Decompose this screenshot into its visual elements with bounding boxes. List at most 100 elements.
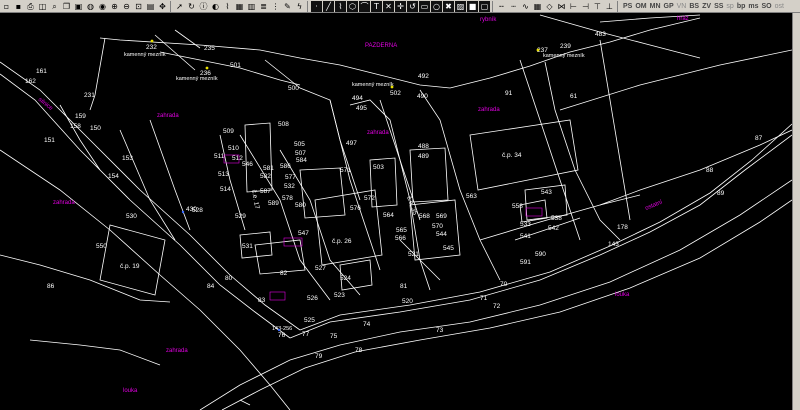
hatch-icon[interactable]: ▨ xyxy=(455,0,466,12)
curve-icon[interactable]: ∿ xyxy=(520,1,531,12)
layer-toggle-ms[interactable]: ms xyxy=(748,3,758,10)
area-label: zahrada xyxy=(157,113,179,119)
parcel-number: 563 xyxy=(466,193,477,200)
zoom-all-icon[interactable]: ▤ xyxy=(145,1,156,12)
paste-icon[interactable]: ▣ xyxy=(73,1,84,12)
layer-toggle-mn[interactable]: MN xyxy=(650,3,661,10)
new-file-icon[interactable]: ▫ xyxy=(1,1,12,12)
rectangle-icon[interactable]: ▭ xyxy=(419,0,430,12)
parcel-number: 78 xyxy=(355,347,363,354)
cadastral-map[interactable]: 232 235 236 237 239 161 162 231 150 151 … xyxy=(0,13,792,410)
pan-icon[interactable]: ✥ xyxy=(157,1,168,12)
draw-text-icon[interactable]: T xyxy=(371,0,382,12)
layers-icon[interactable]: ≣ xyxy=(258,1,269,12)
parcel-number: 161 xyxy=(36,68,47,75)
parcel-number: 558 xyxy=(512,203,523,210)
layer-toggle-ost[interactable]: ost xyxy=(775,3,784,10)
rotate-icon[interactable]: ↺ xyxy=(407,0,418,12)
area-label: PAZDERNA xyxy=(365,43,397,49)
draw-line-icon[interactable]: ╱ xyxy=(323,0,334,12)
offset-icon[interactable]: ⊥ xyxy=(604,1,615,12)
parcel-number: 70 xyxy=(500,281,508,288)
street-label-box xyxy=(525,207,543,217)
extend-icon[interactable]: ⊤ xyxy=(592,1,603,12)
draw-arc-icon[interactable]: ⌒ xyxy=(359,0,370,12)
layer-toggle-vn[interactable]: VN xyxy=(677,3,687,10)
parcel-number: 581 xyxy=(263,165,274,172)
parcel-number: 86 xyxy=(47,283,55,290)
parcel-number: 502 xyxy=(390,90,401,97)
layer-toggle-ps[interactable]: PS xyxy=(623,3,632,10)
parcel-number: 489 xyxy=(418,153,429,160)
parcel-number: 81 xyxy=(400,283,408,290)
parcel-number: 527 xyxy=(315,265,326,272)
web-icon[interactable]: ◉ xyxy=(97,1,108,12)
layer-toggle-sp[interactable]: sp xyxy=(726,3,733,10)
monitor-icon[interactable]: ▢ xyxy=(479,0,490,12)
parcel-number: 550 xyxy=(96,243,107,250)
building-label: č.p. 34 xyxy=(502,152,522,159)
properties-icon[interactable]: ▥ xyxy=(246,1,257,12)
parcel-number: 521 xyxy=(408,251,419,258)
line-style-icon[interactable]: ╌ xyxy=(496,1,507,12)
layer-toggle-gp[interactable]: GP xyxy=(664,3,674,10)
join-icon[interactable]: ⋈ xyxy=(556,1,567,12)
building-label: č.e. 17 xyxy=(250,189,260,210)
layer-toggle-zv[interactable]: ZV xyxy=(702,3,711,10)
parcel-number: 492 xyxy=(418,73,429,80)
parcel-number: 77 xyxy=(302,331,310,338)
print-icon[interactable]: ⎙ xyxy=(25,1,36,12)
pointer-icon[interactable]: ➚ xyxy=(174,1,185,12)
zoom-window-icon[interactable]: ⊡ xyxy=(133,1,144,12)
find-icon[interactable]: ⌕ xyxy=(49,1,60,12)
delete-icon[interactable]: ✖ xyxy=(443,0,454,12)
map-canvas[interactable]: 232 235 236 237 239 161 162 231 150 151 … xyxy=(0,13,792,410)
edit-icon[interactable]: ✎ xyxy=(282,1,293,12)
parcel-number: 495 xyxy=(356,105,367,112)
parcel-number: 572 xyxy=(364,195,375,202)
parcel-number: 547 xyxy=(298,230,309,237)
parcel-number: 577 xyxy=(285,174,296,181)
redraw-icon[interactable]: ↻ xyxy=(186,1,197,12)
measure-icon[interactable]: ⌇ xyxy=(222,1,233,12)
color-icon[interactable]: ■ xyxy=(467,0,478,12)
trim-icon[interactable]: ⊣ xyxy=(580,1,591,12)
layer-toggle-ss[interactable]: SS xyxy=(714,3,723,10)
layer-toggle-so[interactable]: SO xyxy=(762,3,772,10)
building-label: č.p. 26 xyxy=(332,238,352,245)
layer-toggle-bp[interactable]: bp xyxy=(737,3,746,10)
options-icon[interactable]: ⋮ xyxy=(270,1,281,12)
area-label: louka xyxy=(615,292,630,298)
zoom-out-icon[interactable]: ⊖ xyxy=(121,1,132,12)
circle-icon[interactable]: ○ xyxy=(431,0,442,12)
layer-toggle-bs[interactable]: BS xyxy=(689,3,699,10)
parcel-number: 82 xyxy=(280,270,288,277)
parcel-number: 587 xyxy=(260,188,271,195)
vertical-scrollbar[interactable] xyxy=(792,13,800,410)
draw-polygon-icon[interactable]: ⬡ xyxy=(347,0,358,12)
copy-icon[interactable]: ❐ xyxy=(61,1,72,12)
draw-point-icon[interactable]: · xyxy=(311,0,322,12)
toolbar-separator xyxy=(492,0,493,12)
draw-polyline-icon[interactable]: ⌇ xyxy=(335,0,346,12)
parcel-number: 576 xyxy=(350,205,361,212)
parcel-number: 542 xyxy=(548,225,559,232)
area-label: zahrada xyxy=(478,107,500,113)
snap-icon[interactable]: ✕ xyxy=(383,0,394,12)
line-type-icon[interactable]: ┄ xyxy=(508,1,519,12)
grid-icon[interactable]: ▦ xyxy=(532,1,543,12)
fill-icon[interactable]: ◐ xyxy=(210,1,221,12)
save-icon[interactable]: ▪ xyxy=(13,1,24,12)
parcel-number: 87 xyxy=(755,135,763,142)
layer-toggle-om[interactable]: OM xyxy=(635,3,646,10)
area-label: rybník xyxy=(480,17,497,23)
split-icon[interactable]: ⊢ xyxy=(568,1,579,12)
zoom-in-icon[interactable]: ⊕ xyxy=(109,1,120,12)
preview-icon[interactable]: ◫ xyxy=(37,1,48,12)
node-icon[interactable]: ◇ xyxy=(544,1,555,12)
move-icon[interactable]: ✛ xyxy=(395,0,406,12)
palette-icon[interactable]: ▦ xyxy=(234,1,245,12)
info-icon[interactable]: ⓘ xyxy=(198,1,209,12)
globe-icon[interactable]: ◍ xyxy=(85,1,96,12)
lightning-icon[interactable]: ϟ xyxy=(294,1,305,12)
